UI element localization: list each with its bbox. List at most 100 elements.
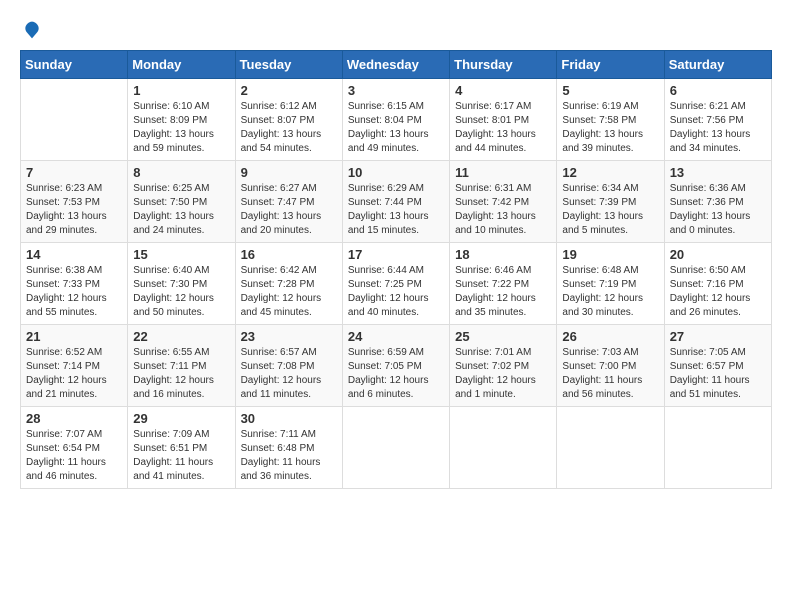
day-number: 20 [670, 247, 766, 262]
calendar-cell: 30 Sunrise: 7:11 AMSunset: 6:48 PMDayligh… [235, 407, 342, 489]
day-number: 4 [455, 83, 551, 98]
calendar-cell: 16 Sunrise: 6:42 AMSunset: 7:28 PMDayligh… [235, 243, 342, 325]
calendar-cell: 9 Sunrise: 6:27 AMSunset: 7:47 PMDaylight… [235, 161, 342, 243]
calendar-cell: 23 Sunrise: 6:57 AMSunset: 7:08 PMDayligh… [235, 325, 342, 407]
day-number: 9 [241, 165, 337, 180]
calendar-cell: 1 Sunrise: 6:10 AMSunset: 8:09 PMDaylight… [128, 79, 235, 161]
calendar-cell [557, 407, 664, 489]
day-info: Sunrise: 6:36 AMSunset: 7:36 PMDaylight:… [670, 182, 766, 238]
calendar-cell: 21 Sunrise: 6:52 AMSunset: 7:14 PMDayligh… [21, 325, 128, 407]
calendar-cell: 7 Sunrise: 6:23 AMSunset: 7:53 PMDaylight… [21, 161, 128, 243]
day-header-monday: Monday [128, 51, 235, 79]
day-number: 7 [26, 165, 122, 180]
calendar-cell: 28 Sunrise: 7:07 AMSunset: 6:54 PMDayligh… [21, 407, 128, 489]
calendar-cell: 14 Sunrise: 6:38 AMSunset: 7:33 PMDayligh… [21, 243, 128, 325]
day-number: 17 [348, 247, 444, 262]
calendar-cell: 20 Sunrise: 6:50 AMSunset: 7:16 PMDayligh… [664, 243, 771, 325]
day-info: Sunrise: 7:03 AMSunset: 7:00 PMDaylight:… [562, 346, 658, 402]
page-header [20, 20, 772, 40]
day-info: Sunrise: 6:17 AMSunset: 8:01 PMDaylight:… [455, 100, 551, 156]
day-number: 2 [241, 83, 337, 98]
day-number: 8 [133, 165, 229, 180]
day-info: Sunrise: 6:19 AMSunset: 7:58 PMDaylight:… [562, 100, 658, 156]
day-number: 5 [562, 83, 658, 98]
day-number: 21 [26, 329, 122, 344]
calendar-cell: 2 Sunrise: 6:12 AMSunset: 8:07 PMDaylight… [235, 79, 342, 161]
day-info: Sunrise: 6:40 AMSunset: 7:30 PMDaylight:… [133, 264, 229, 320]
day-info: Sunrise: 7:11 AMSunset: 6:48 PMDaylight:… [241, 428, 337, 484]
logo-icon [22, 20, 42, 40]
day-header-tuesday: Tuesday [235, 51, 342, 79]
calendar-cell: 13 Sunrise: 6:36 AMSunset: 7:36 PMDayligh… [664, 161, 771, 243]
day-header-wednesday: Wednesday [342, 51, 449, 79]
day-number: 16 [241, 247, 337, 262]
day-number: 30 [241, 411, 337, 426]
day-info: Sunrise: 6:59 AMSunset: 7:05 PMDaylight:… [348, 346, 444, 402]
calendar-cell [664, 407, 771, 489]
day-number: 14 [26, 247, 122, 262]
day-info: Sunrise: 6:38 AMSunset: 7:33 PMDaylight:… [26, 264, 122, 320]
day-number: 12 [562, 165, 658, 180]
day-number: 13 [670, 165, 766, 180]
day-info: Sunrise: 6:57 AMSunset: 7:08 PMDaylight:… [241, 346, 337, 402]
day-number: 23 [241, 329, 337, 344]
day-info: Sunrise: 6:48 AMSunset: 7:19 PMDaylight:… [562, 264, 658, 320]
calendar-cell: 4 Sunrise: 6:17 AMSunset: 8:01 PMDaylight… [450, 79, 557, 161]
day-number: 1 [133, 83, 229, 98]
day-info: Sunrise: 6:46 AMSunset: 7:22 PMDaylight:… [455, 264, 551, 320]
day-info: Sunrise: 6:55 AMSunset: 7:11 PMDaylight:… [133, 346, 229, 402]
day-info: Sunrise: 6:34 AMSunset: 7:39 PMDaylight:… [562, 182, 658, 238]
day-number: 24 [348, 329, 444, 344]
calendar-cell: 11 Sunrise: 6:31 AMSunset: 7:42 PMDayligh… [450, 161, 557, 243]
day-header-friday: Friday [557, 51, 664, 79]
day-number: 22 [133, 329, 229, 344]
calendar-cell: 8 Sunrise: 6:25 AMSunset: 7:50 PMDaylight… [128, 161, 235, 243]
day-number: 10 [348, 165, 444, 180]
day-number: 26 [562, 329, 658, 344]
day-info: Sunrise: 7:05 AMSunset: 6:57 PMDaylight:… [670, 346, 766, 402]
week-row-1: 1 Sunrise: 6:10 AMSunset: 8:09 PMDaylight… [21, 79, 772, 161]
calendar-cell [21, 79, 128, 161]
day-info: Sunrise: 6:44 AMSunset: 7:25 PMDaylight:… [348, 264, 444, 320]
day-info: Sunrise: 6:25 AMSunset: 7:50 PMDaylight:… [133, 182, 229, 238]
week-row-4: 21 Sunrise: 6:52 AMSunset: 7:14 PMDayligh… [21, 325, 772, 407]
day-info: Sunrise: 7:09 AMSunset: 6:51 PMDaylight:… [133, 428, 229, 484]
day-info: Sunrise: 7:01 AMSunset: 7:02 PMDaylight:… [455, 346, 551, 402]
day-number: 28 [26, 411, 122, 426]
day-info: Sunrise: 6:31 AMSunset: 7:42 PMDaylight:… [455, 182, 551, 238]
day-info: Sunrise: 6:29 AMSunset: 7:44 PMDaylight:… [348, 182, 444, 238]
day-header-saturday: Saturday [664, 51, 771, 79]
day-number: 18 [455, 247, 551, 262]
calendar-cell: 5 Sunrise: 6:19 AMSunset: 7:58 PMDaylight… [557, 79, 664, 161]
calendar-header-row: SundayMondayTuesdayWednesdayThursdayFrid… [21, 51, 772, 79]
calendar-cell: 6Sunrise: 6:21 AMSunset: 7:56 PMDaylight… [664, 79, 771, 161]
week-row-5: 28 Sunrise: 7:07 AMSunset: 6:54 PMDayligh… [21, 407, 772, 489]
day-info: Sunrise: 6:10 AMSunset: 8:09 PMDaylight:… [133, 100, 229, 156]
day-number: 3 [348, 83, 444, 98]
calendar-cell: 19Sunrise: 6:48 AMSunset: 7:19 PMDayligh… [557, 243, 664, 325]
day-info: Sunrise: 6:42 AMSunset: 7:28 PMDaylight:… [241, 264, 337, 320]
calendar-table: SundayMondayTuesdayWednesdayThursdayFrid… [20, 50, 772, 489]
calendar-cell: 3 Sunrise: 6:15 AMSunset: 8:04 PMDaylight… [342, 79, 449, 161]
calendar-cell: 24 Sunrise: 6:59 AMSunset: 7:05 PMDayligh… [342, 325, 449, 407]
day-info: Sunrise: 6:27 AMSunset: 7:47 PMDaylight:… [241, 182, 337, 238]
day-info: Sunrise: 6:52 AMSunset: 7:14 PMDaylight:… [26, 346, 122, 402]
day-info: Sunrise: 6:12 AMSunset: 8:07 PMDaylight:… [241, 100, 337, 156]
day-number: 11 [455, 165, 551, 180]
calendar-cell: 10 Sunrise: 6:29 AMSunset: 7:44 PMDayligh… [342, 161, 449, 243]
day-info: Sunrise: 6:15 AMSunset: 8:04 PMDaylight:… [348, 100, 444, 156]
calendar-cell: 27 Sunrise: 7:05 AMSunset: 6:57 PMDayligh… [664, 325, 771, 407]
day-info: Sunrise: 6:23 AMSunset: 7:53 PMDaylight:… [26, 182, 122, 238]
day-info: Sunrise: 6:50 AMSunset: 7:16 PMDaylight:… [670, 264, 766, 320]
day-number: 27 [670, 329, 766, 344]
day-number: 25 [455, 329, 551, 344]
week-row-3: 14 Sunrise: 6:38 AMSunset: 7:33 PMDayligh… [21, 243, 772, 325]
day-info: Sunrise: 6:21 AMSunset: 7:56 PMDaylight:… [670, 100, 766, 156]
calendar-cell: 26 Sunrise: 7:03 AMSunset: 7:00 PMDayligh… [557, 325, 664, 407]
day-number: 15 [133, 247, 229, 262]
logo [20, 20, 42, 40]
calendar-cell [342, 407, 449, 489]
calendar-cell: 25 Sunrise: 7:01 AMSunset: 7:02 PMDayligh… [450, 325, 557, 407]
calendar-cell: 12 Sunrise: 6:34 AMSunset: 7:39 PMDayligh… [557, 161, 664, 243]
day-info: Sunrise: 7:07 AMSunset: 6:54 PMDaylight:… [26, 428, 122, 484]
